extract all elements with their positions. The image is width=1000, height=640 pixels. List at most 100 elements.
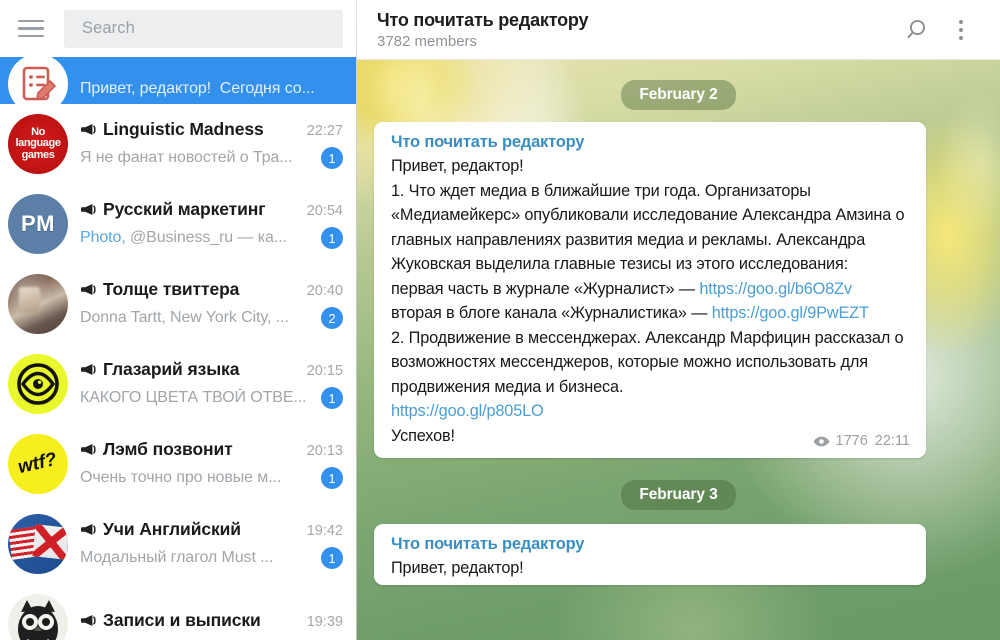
- message-link-line-2: вторая в блоге канала «Журналистика» — h…: [391, 304, 869, 322]
- chat-title: Глазарий языка: [103, 359, 240, 379]
- date-separator-label: February 2: [621, 80, 736, 110]
- link-second[interactable]: https://goo.gl/9PwEZT: [712, 304, 869, 322]
- chat-timestamp: 20:54: [306, 203, 343, 219]
- panel-divider: [356, 0, 357, 640]
- avatar: No language games: [8, 114, 68, 174]
- message-bubble[interactable]: Что почитать редактору Привет, редактор!: [374, 524, 926, 585]
- date-separator: February 3: [357, 480, 1000, 510]
- message-meta: 1776 22:11: [813, 433, 910, 449]
- chat-preview: Donna Tartt, New York City, ...: [80, 309, 289, 326]
- kebab-dot: [959, 19, 963, 24]
- unread-badge: 1: [321, 467, 343, 489]
- avatar: [8, 594, 68, 640]
- chat-list-item[interactable]: No language games Linguistic Madness 22:…: [0, 104, 357, 184]
- avatar-label: wtf?: [16, 448, 60, 479]
- eye-icon: [813, 436, 829, 446]
- chat-title: Толще твиттера: [103, 279, 240, 299]
- channel-megaphone-icon: [81, 204, 96, 215]
- chat-title: Linguistic Madness: [103, 119, 264, 139]
- chat-item-content: Linguistic Madness 22:27 Я не фанат ново…: [80, 119, 343, 169]
- chat-list-item[interactable]: PM Русский маркетинг 20:54 Photo, @Busin…: [0, 184, 357, 264]
- unread-badge: 1: [321, 227, 343, 249]
- link-first[interactable]: https://goo.gl/b6O8Zv: [699, 280, 852, 298]
- chat-list-item[interactable]: Глазарий языка 20:15 КАКОГО ЦВЕТА ТВОЙ О…: [0, 344, 357, 424]
- message-greeting: Привет, редактор!: [391, 559, 524, 577]
- eye-icon: [17, 363, 59, 405]
- conversation-title-block[interactable]: Что почитать редактору 3782 members: [377, 9, 898, 51]
- owl-icon: [18, 600, 58, 640]
- avatar: [8, 354, 68, 414]
- date-separator: February 2: [357, 80, 1000, 110]
- chat-timestamp: 20:13: [306, 443, 343, 459]
- chat-list-item[interactable]: Записи и выписки 19:39: [0, 584, 357, 640]
- chat-item-content: Лэмб позвонит 20:13 Очень точно про новы…: [80, 439, 343, 489]
- message-text: Привет, редактор! 1. Что ждет медиа в бл…: [391, 154, 910, 448]
- telegram-window: Search Привет, редактор! Сегодня со... N…: [0, 0, 1000, 640]
- chat-timestamp: 19:39: [306, 614, 343, 630]
- chat-preview: Очень точно про новые м...: [80, 469, 282, 486]
- avatar-label: PM: [21, 211, 55, 236]
- editor-checklist-icon: [22, 66, 56, 101]
- message-list[interactable]: February 2 Что почитать редактору Привет…: [357, 60, 1000, 640]
- conversation-members-count: 3782 members: [377, 32, 478, 50]
- chat-timestamp: 20:15: [306, 363, 343, 379]
- message-paragraph-2: 2. Продвижение в мессенджерах. Александр…: [391, 328, 908, 396]
- conversation-title: Что почитать редактору: [377, 9, 589, 30]
- chat-preview: Модальный глагол Must ...: [80, 549, 274, 566]
- unread-badge: 1: [321, 547, 343, 569]
- search-input[interactable]: Search: [64, 9, 343, 48]
- avatar-label: No language games: [15, 125, 61, 161]
- conversation-pane: Что почитать редактору 3782 members Febr…: [357, 0, 1000, 640]
- date-separator-label: February 3: [621, 480, 736, 510]
- channel-megaphone-icon: [81, 124, 96, 135]
- channel-megaphone-icon: [81, 364, 96, 375]
- avatar: [8, 514, 68, 574]
- magnifier-glyph: [907, 19, 926, 38]
- chat-list-item[interactable]: wtf? Лэмб позвонит 20:13 Очень точно про…: [0, 424, 357, 504]
- chat-preview-selected: Привет, редактор! Сегодня со...: [80, 80, 315, 97]
- message-paragraph-1: 1. Что ждет медиа в ближайшие три года. …: [391, 181, 909, 274]
- avatar: PM: [8, 194, 68, 254]
- channel-megaphone-icon: [81, 524, 96, 535]
- kebab-menu-icon[interactable]: [940, 9, 982, 51]
- chat-timestamp: 19:42: [306, 523, 343, 539]
- avatar: [8, 274, 68, 334]
- chat-item-content: Толще твиттера 20:40 Donna Tartt, New Yo…: [80, 279, 343, 329]
- message-bubble[interactable]: Что почитать редактору Привет, редактор!…: [374, 122, 926, 458]
- kebab-dot: [959, 35, 963, 40]
- avatar: wtf?: [8, 434, 68, 494]
- chat-timestamp: 20:40: [306, 283, 343, 299]
- message-author: Что почитать редактору: [391, 535, 585, 553]
- search-placeholder: Search: [82, 19, 135, 37]
- hamburger-bar: [18, 34, 44, 38]
- chat-list-item[interactable]: Толще твиттера 20:40 Donna Tartt, New Yo…: [0, 264, 357, 344]
- chat-item-content: Привет, редактор! Сегодня со...: [80, 80, 343, 98]
- view-count-value: 1776: [835, 433, 868, 449]
- chat-title: Учи Английский: [103, 519, 241, 539]
- chat-list[interactable]: Привет, редактор! Сегодня со... No langu…: [0, 57, 357, 640]
- message-timestamp: 22:11: [874, 433, 910, 449]
- unread-badge: 1: [321, 147, 343, 169]
- chat-item-content: Глазарий языка 20:15 КАКОГО ЦВЕТА ТВОЙ О…: [80, 359, 343, 409]
- sidebar-toolbar: Search: [0, 0, 357, 57]
- message-link-line-1: первая часть в журнале «Журналист» — htt…: [391, 279, 852, 298]
- chat-timestamp: 22:27: [306, 123, 343, 139]
- chat-preview: КАКОГО ЦВЕТА ТВОЙ ОТВЕ...: [80, 389, 307, 406]
- unread-badge: 2: [321, 307, 343, 329]
- chat-item-content: Учи Английский 19:42 Модальный глагол Mu…: [80, 519, 343, 569]
- hamburger-menu-icon[interactable]: [14, 12, 48, 46]
- message-text: Привет, редактор!: [391, 556, 910, 581]
- chat-list-item[interactable]: Учи Английский 19:42 Модальный глагол Mu…: [0, 504, 357, 584]
- chat-list-item-selected[interactable]: Привет, редактор! Сегодня со...: [0, 57, 357, 114]
- chat-title: Записи и выписки: [103, 610, 261, 630]
- link-third[interactable]: https://goo.gl/p805LO: [391, 402, 544, 420]
- chat-preview: Я не фанат новостей о Тра...: [80, 149, 293, 166]
- message-closing: Успехов!: [391, 426, 455, 445]
- hamburger-bar: [18, 19, 44, 23]
- hamburger-bar: [18, 27, 44, 30]
- search-icon[interactable]: [898, 9, 940, 51]
- chat-title: Русский маркетинг: [103, 199, 266, 219]
- unread-badge: 1: [321, 387, 343, 409]
- channel-megaphone-icon: [81, 615, 96, 626]
- media-type-label: Photo,: [80, 229, 126, 246]
